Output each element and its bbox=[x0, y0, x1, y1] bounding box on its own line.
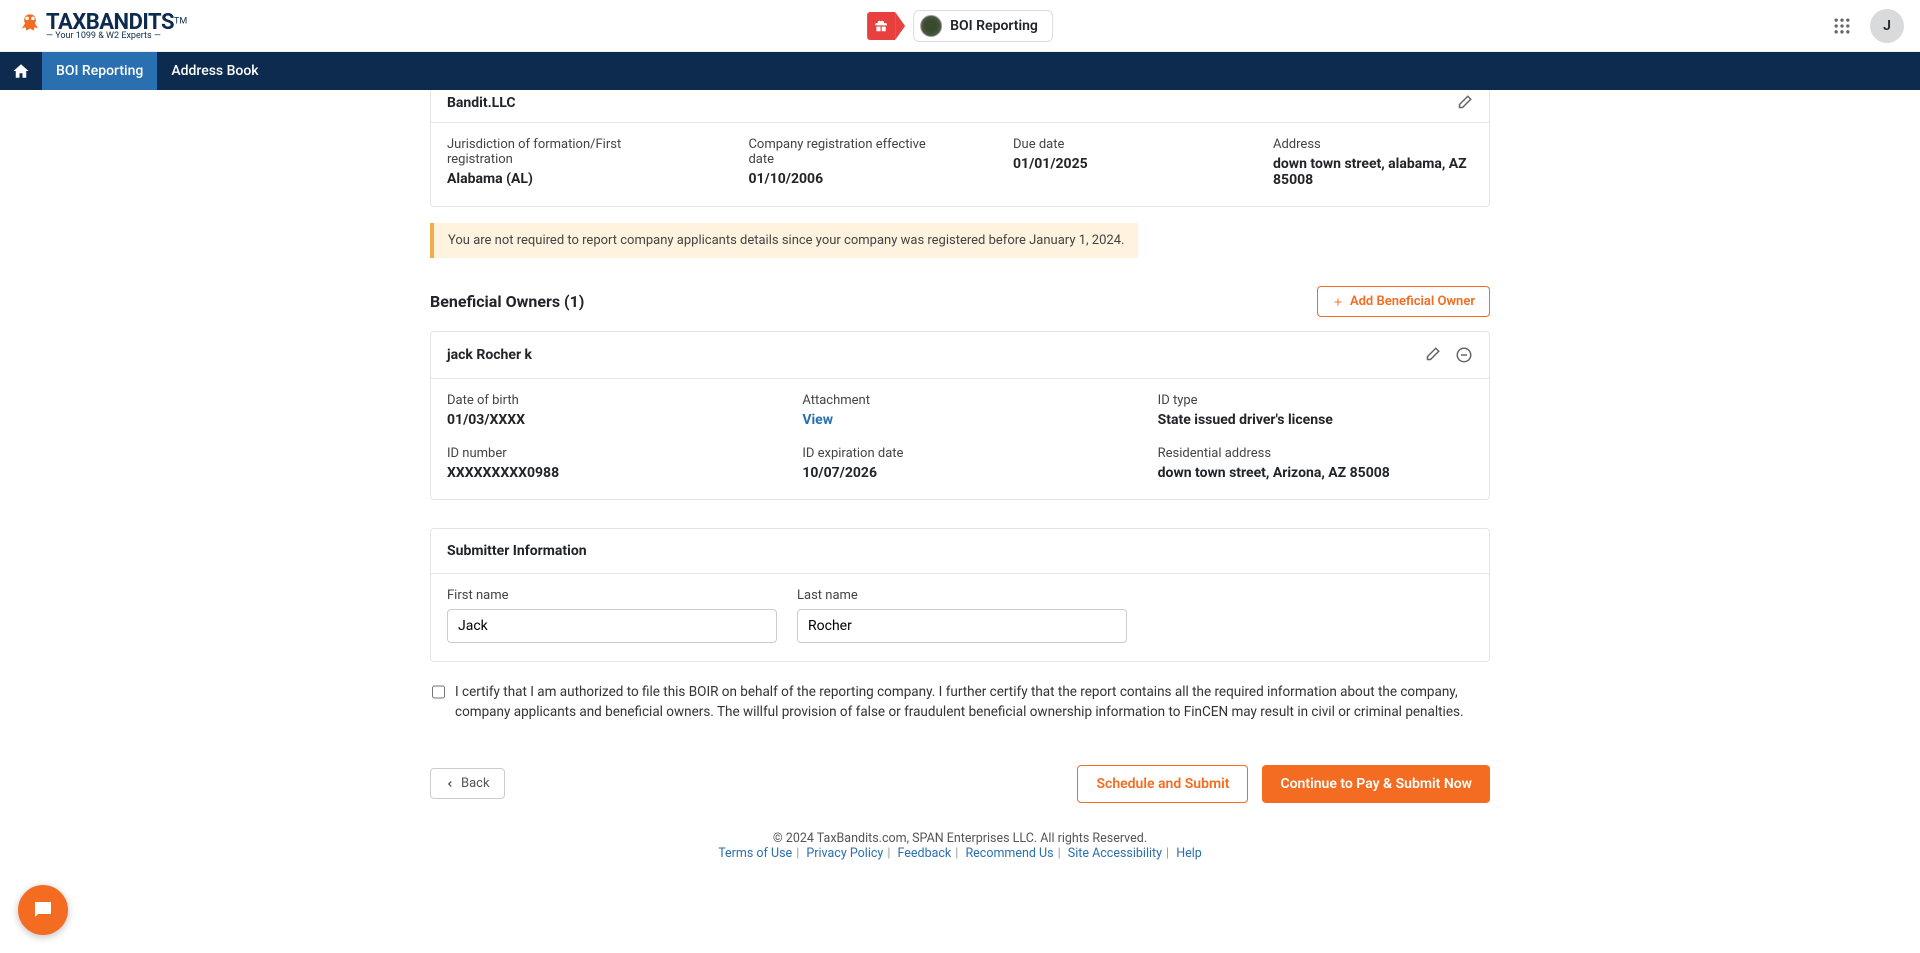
owners-section-header: Beneficial Owners (1) Add Beneficial Own… bbox=[430, 286, 1490, 317]
submitter-card: Submitter Information First name Last na… bbox=[430, 528, 1490, 662]
chevron-left-icon bbox=[445, 779, 455, 789]
schedule-submit-button[interactable]: Schedule and Submit bbox=[1077, 765, 1248, 803]
dob-value: 01/03/XXXX bbox=[447, 412, 762, 428]
gift-flag[interactable] bbox=[867, 12, 905, 40]
certification-checkbox[interactable] bbox=[432, 685, 445, 699]
continue-pay-submit-button[interactable]: Continue to Pay & Submit Now bbox=[1262, 765, 1490, 803]
eff-date-label: Company registration effective date bbox=[748, 137, 953, 167]
idnum-value: XXXXXXXXX0988 bbox=[447, 465, 762, 481]
owner-card: jack Rocher k Date of birth 01/03/XXXX A… bbox=[430, 331, 1490, 500]
jurisdiction-value: Alabama (AL) bbox=[447, 171, 688, 187]
footer-link-feedback[interactable]: Feedback bbox=[897, 846, 951, 861]
eff-date-value: 01/10/2006 bbox=[748, 171, 953, 187]
idexp-label: ID expiration date bbox=[802, 446, 1117, 461]
nav-boi-reporting[interactable]: BOI Reporting bbox=[42, 52, 157, 90]
owl-icon bbox=[16, 12, 44, 40]
topbar-right: J bbox=[1832, 9, 1904, 43]
add-beneficial-owner-button[interactable]: Add Beneficial Owner bbox=[1317, 286, 1490, 317]
owner-name: jack Rocher k bbox=[447, 347, 532, 363]
res-addr-label: Residential address bbox=[1158, 446, 1473, 461]
footer-copyright: © 2024 TaxBandits.com, SPAN Enterprises … bbox=[430, 831, 1490, 846]
plus-icon bbox=[1332, 296, 1344, 308]
due-date-value: 01/01/2025 bbox=[1013, 156, 1213, 172]
nav-item-label: Address Book bbox=[171, 63, 258, 79]
company-card: Bandit.LLC Jurisdiction of formation/Fir… bbox=[430, 90, 1490, 207]
view-attachment-link[interactable]: View bbox=[802, 412, 1117, 428]
topbar-center: BOI Reporting bbox=[867, 10, 1053, 42]
footer-link-privacy[interactable]: Privacy Policy bbox=[806, 846, 883, 861]
chat-icon bbox=[31, 898, 55, 922]
page-content: Bandit.LLC Jurisdiction of formation/Fir… bbox=[430, 90, 1490, 897]
nav-item-label: BOI Reporting bbox=[56, 63, 143, 79]
footer-link-recommend[interactable]: Recommend Us bbox=[965, 846, 1053, 861]
footer-link-help[interactable]: Help bbox=[1176, 846, 1202, 861]
jurisdiction-label: Jurisdiction of formation/First registra… bbox=[447, 137, 688, 167]
res-addr-value: down town street, Arizona, AZ 85008 bbox=[1158, 465, 1473, 481]
chat-fab[interactable] bbox=[18, 885, 68, 935]
footer-link-accessibility[interactable]: Site Accessibility bbox=[1068, 846, 1162, 861]
nav-home-button[interactable] bbox=[0, 52, 42, 90]
notice-text: You are not required to report company a… bbox=[448, 233, 1124, 248]
brand-trademark: TM bbox=[174, 16, 187, 26]
main-nav: BOI Reporting Address Book bbox=[0, 52, 1920, 90]
idtype-label: ID type bbox=[1158, 393, 1473, 408]
back-button[interactable]: Back bbox=[430, 768, 505, 799]
company-name: Bandit.LLC bbox=[447, 95, 516, 111]
treasury-seal-icon bbox=[920, 15, 942, 37]
boi-reporting-pill[interactable]: BOI Reporting bbox=[913, 10, 1053, 42]
back-label: Back bbox=[461, 776, 490, 791]
idtype-value: State issued driver's license bbox=[1158, 412, 1473, 428]
first-name-input[interactable] bbox=[447, 609, 777, 643]
topbar: TAXBANDITSTM — Your 1099 & W2 Experts — … bbox=[0, 0, 1920, 52]
boi-pill-label: BOI Reporting bbox=[950, 18, 1038, 34]
nav-address-book[interactable]: Address Book bbox=[157, 52, 272, 90]
address-label: Address bbox=[1273, 137, 1473, 152]
footer: © 2024 TaxBandits.com, SPAN Enterprises … bbox=[430, 821, 1490, 881]
edit-company-button[interactable] bbox=[1455, 94, 1473, 112]
owners-section-title: Beneficial Owners (1) bbox=[430, 292, 584, 311]
certification-row: I certify that I am authorized to file t… bbox=[430, 682, 1490, 723]
address-value: down town street, alabama, AZ 85008 bbox=[1273, 156, 1473, 188]
applicants-notice: You are not required to report company a… bbox=[430, 223, 1138, 258]
brand-logo[interactable]: TAXBANDITSTM — Your 1099 & W2 Experts — bbox=[16, 10, 187, 41]
submitter-title: Submitter Information bbox=[447, 543, 587, 559]
certification-text: I certify that I am authorized to file t… bbox=[455, 682, 1488, 723]
avatar[interactable]: J bbox=[1870, 9, 1904, 43]
idnum-label: ID number bbox=[447, 446, 762, 461]
avatar-initial: J bbox=[1883, 18, 1891, 34]
idexp-value: 10/07/2026 bbox=[802, 465, 1117, 481]
due-date-label: Due date bbox=[1013, 137, 1213, 152]
footer-link-terms[interactable]: Terms of Use bbox=[718, 846, 792, 861]
edit-owner-button[interactable] bbox=[1423, 346, 1441, 364]
remove-owner-button[interactable] bbox=[1455, 346, 1473, 364]
last-name-input[interactable] bbox=[797, 609, 1127, 643]
attachment-label: Attachment bbox=[802, 393, 1117, 408]
home-icon bbox=[12, 62, 30, 80]
schedule-label: Schedule and Submit bbox=[1096, 776, 1229, 792]
add-owner-label: Add Beneficial Owner bbox=[1350, 294, 1475, 309]
action-row: Back Schedule and Submit Continue to Pay… bbox=[430, 765, 1490, 803]
last-name-label: Last name bbox=[797, 588, 1127, 603]
first-name-label: First name bbox=[447, 588, 777, 603]
apps-grid-icon[interactable] bbox=[1832, 16, 1852, 36]
continue-label: Continue to Pay & Submit Now bbox=[1280, 776, 1472, 792]
gift-icon bbox=[874, 19, 888, 33]
dob-label: Date of birth bbox=[447, 393, 762, 408]
